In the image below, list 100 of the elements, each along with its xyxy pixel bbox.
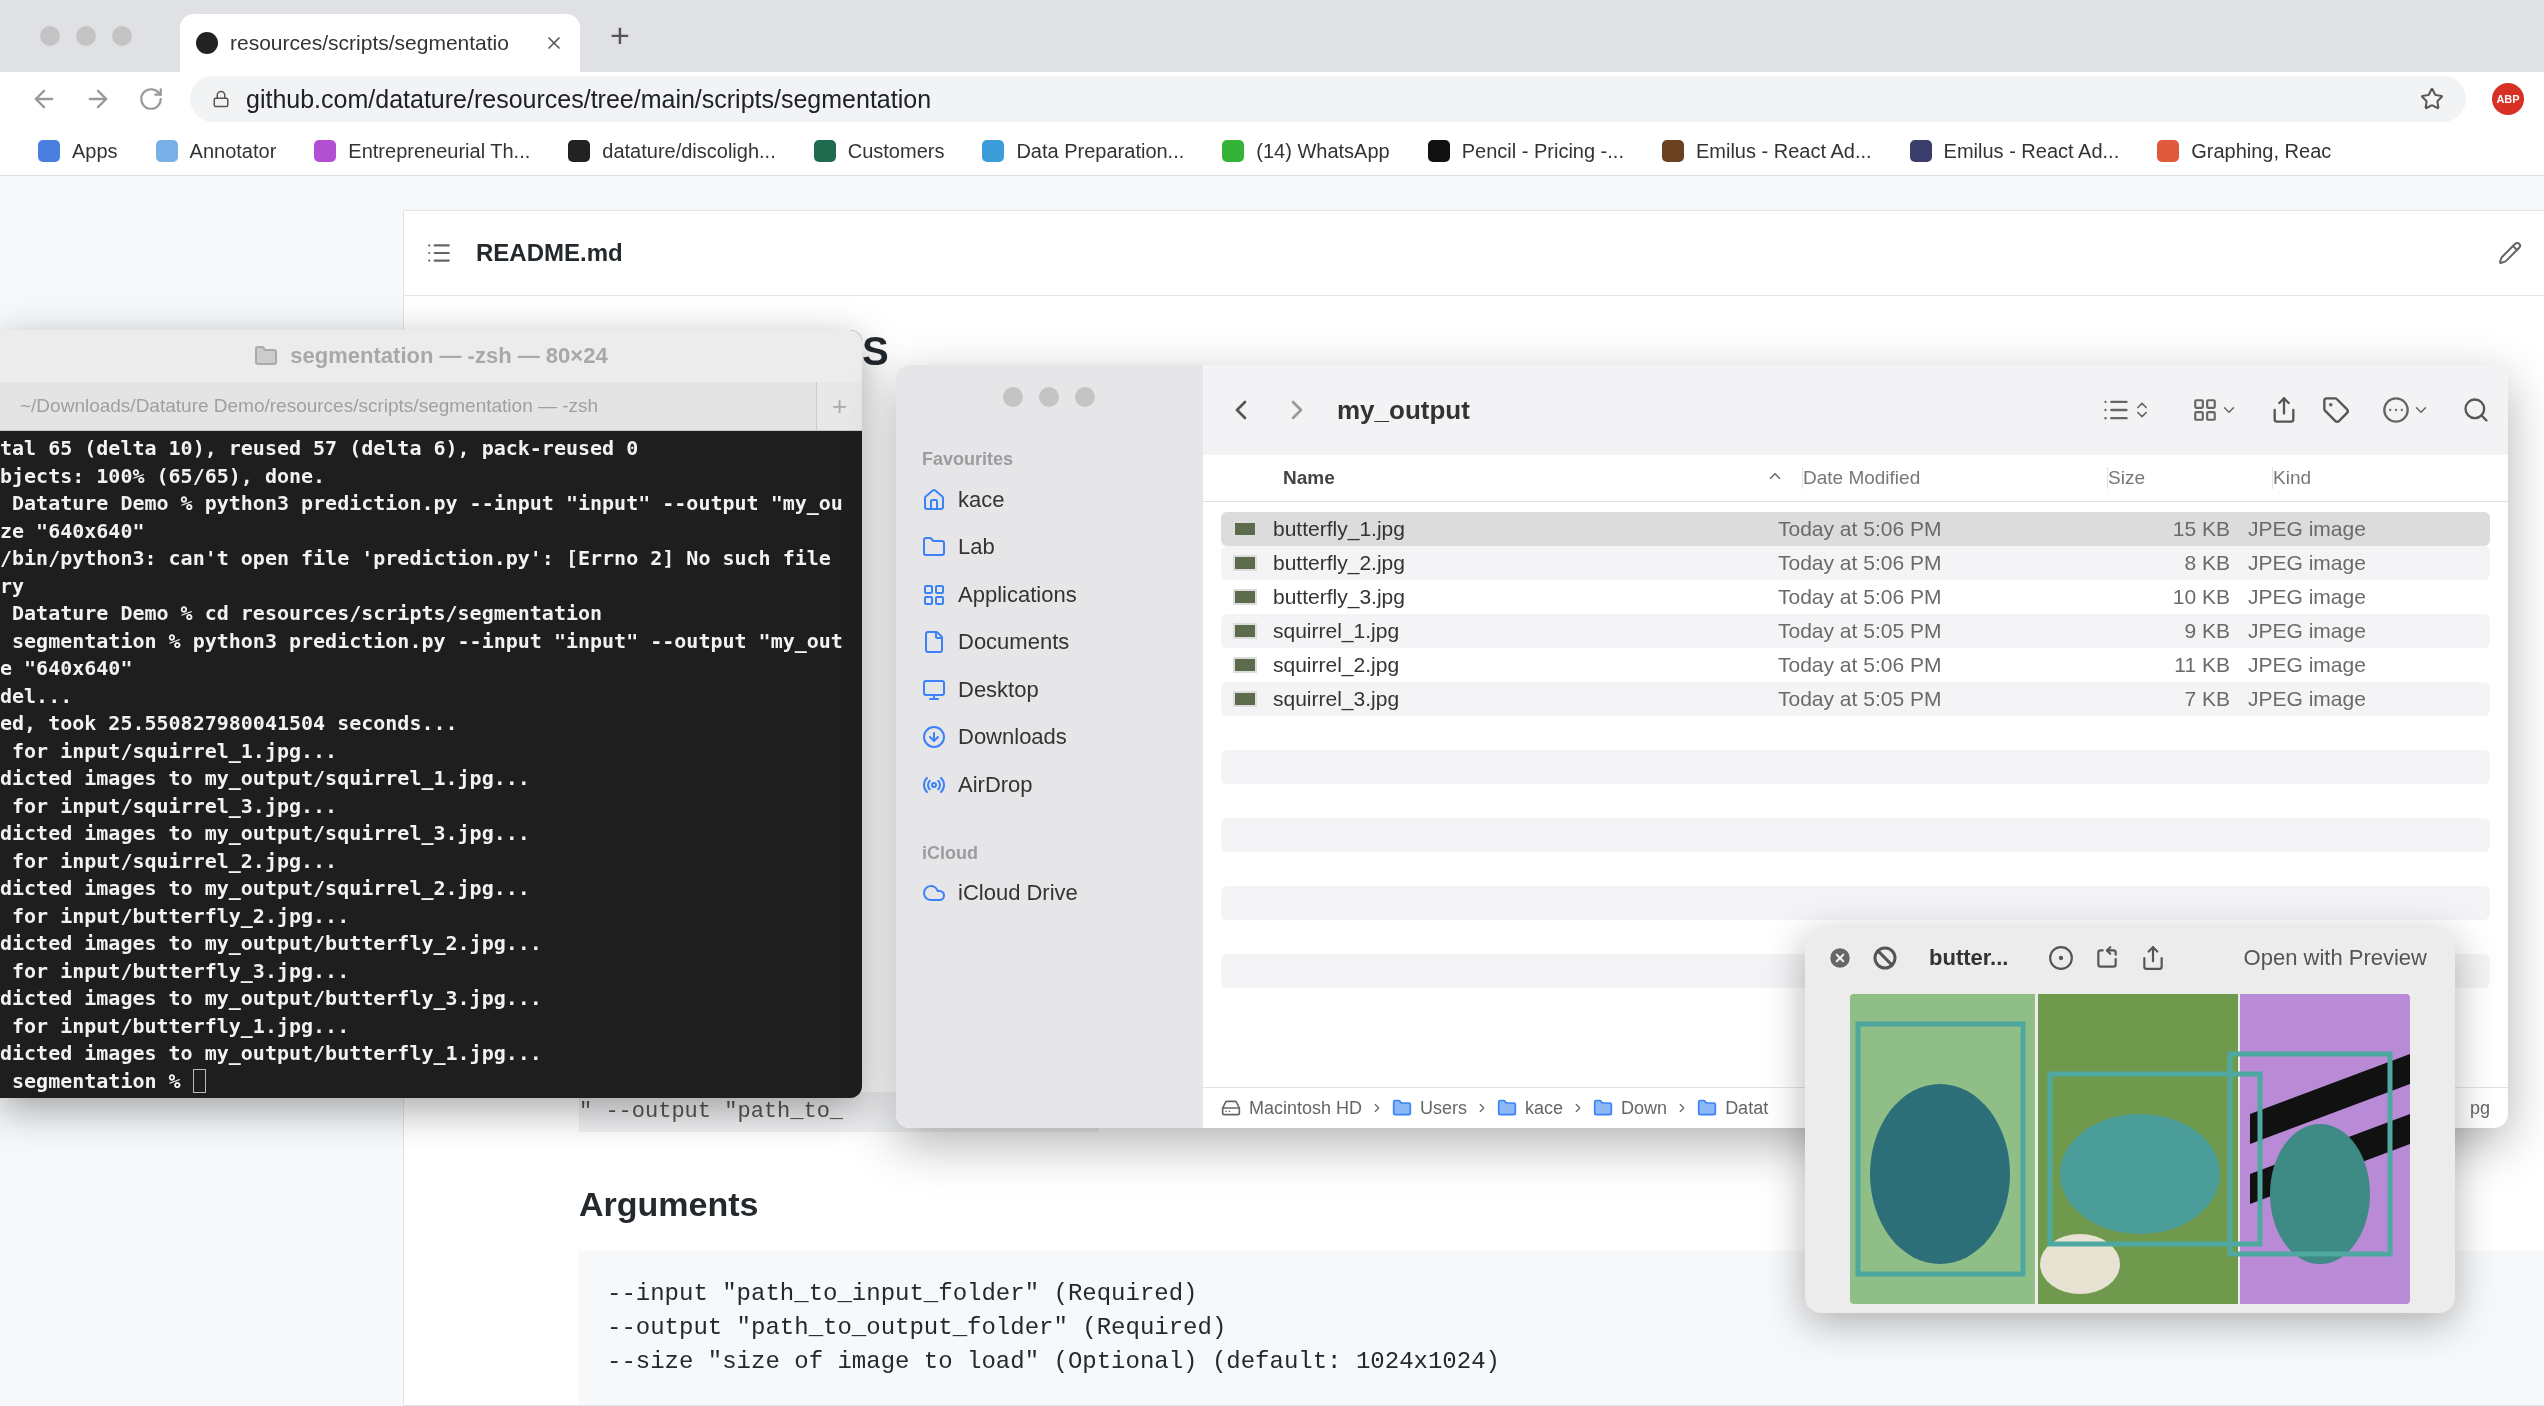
edit-icon[interactable] <box>2498 241 2522 265</box>
image-thumbnail-icon <box>1233 521 1257 537</box>
more-icon <box>2382 396 2410 424</box>
bookmark[interactable]: Data Preparation... <box>982 139 1185 163</box>
terminal-line: segmentation % python3 prediction.py --input "input" --output "my_out <box>11 627 844 655</box>
bookmark[interactable]: Customers <box>813 139 945 163</box>
sidebar-heading: iCloud <box>922 842 979 864</box>
window-control <box>112 25 132 46</box>
heading: Arguments <box>579 1184 759 1225</box>
tag-icon[interactable] <box>2322 396 2350 424</box>
file-name: butterfly_3.jpg <box>1273 585 1406 609</box>
preview-title: butter... <box>1929 945 2009 971</box>
bookmark[interactable]: Annotator <box>155 139 277 163</box>
file-row[interactable]: butterfly_3.jpg Today at 5:06 PM 10 KB JPEG image <box>1221 580 2490 614</box>
kind-cell-text: JPEG image <box>2248 585 2367 609</box>
file-row[interactable]: squirrel_2.jpg Today at 5:06 PM 11 KB JPEG image <box>1221 648 2490 682</box>
open-with-preview-button[interactable]: Open with Preview <box>2237 944 2433 972</box>
file-row[interactable]: squirrel_3.jpg Today at 5:05 PM 7 KB JPEG image <box>1221 682 2490 716</box>
extension-icon[interactable]: ABP <box>2492 83 2524 116</box>
path-item[interactable]: Down <box>1621 1097 1668 1119</box>
path-item[interactable]: Datat <box>1725 1097 1769 1119</box>
address-bar[interactable]: github.com/datature/resources/tree/main/scripts/segmentation <box>190 76 2466 123</box>
sidebar-item[interactable]: Applications <box>922 571 1203 619</box>
bookmark[interactable]: Graphing, Reac <box>2157 139 2332 163</box>
star-icon[interactable] <box>2420 87 2444 112</box>
reload-icon[interactable] <box>138 86 164 113</box>
date-cell-text: Today at 5:06 PM <box>1778 517 1943 541</box>
sidebar-item[interactable]: AirDrop <box>922 761 1203 809</box>
bookmark[interactable]: Apps <box>38 139 118 163</box>
terminal-line: Datature Demo % cd resources/scripts/segmentation <box>11 600 604 627</box>
monitor-icon <box>922 677 946 702</box>
image-thumbnail-icon <box>1233 623 1257 639</box>
folder-icon <box>1392 1098 1413 1118</box>
terminal-line: ry <box>0 572 26 600</box>
terminal-prompt: segmentation % <box>11 1067 182 1095</box>
file-row[interactable]: butterfly_1.jpg Today at 5:06 PM 15 KB JPEG image <box>1221 512 2490 546</box>
sidebar-item[interactable]: Downloads <box>922 713 1203 761</box>
sidebar-item[interactable]: iCloud Drive <box>922 869 1203 917</box>
column-header[interactable]: Kind <box>2273 467 2508 489</box>
terminal-line: dicted images to my_output/squirrel_3.jpg... <box>0 820 531 847</box>
cursor <box>192 1069 206 1094</box>
bookmark[interactable]: Emilus - React Ad... <box>1661 139 1872 163</box>
image-thumbnail-icon <box>1233 657 1257 673</box>
path-item[interactable]: Users <box>1420 1097 1468 1119</box>
file-row[interactable]: squirrel_1.jpg Today at 5:05 PM 9 KB JPEG image <box>1221 614 2490 648</box>
date-cell-text: Today at 5:06 PM <box>1778 551 1943 575</box>
terminal-line: for input/butterfly_1.jpg... <box>11 1012 351 1040</box>
window-control <box>1074 387 1095 407</box>
path-item[interactable]: Macintosh HD <box>1249 1097 1363 1119</box>
window-title: segmentation — -zsh — 80×24 <box>290 343 608 369</box>
column-header[interactable]: Size <box>2108 467 2273 489</box>
file-row[interactable]: butterfly_2.jpg Today at 5:06 PM 8 KB JPEG image <box>1221 546 2490 580</box>
site-icon <box>196 31 218 54</box>
new-tab-button[interactable]: + <box>600 16 640 56</box>
file-name: README.md <box>476 239 624 267</box>
bookmark[interactable]: (14) WhatsApp <box>1222 139 1390 163</box>
column-header[interactable]: Date Modified <box>1803 467 2108 489</box>
search-icon[interactable] <box>2462 396 2490 424</box>
terminal-line: for input/squirrel_1.jpg... <box>11 737 339 765</box>
house-icon <box>922 487 946 512</box>
file-name: butterfly_1.jpg <box>1273 517 1406 541</box>
terminal-line: for input/butterfly_3.jpg... <box>11 957 351 985</box>
window-control <box>1002 387 1023 407</box>
lock-icon <box>212 90 230 109</box>
sidebar-heading: Favourites <box>922 449 1015 470</box>
size-cell-text: 7 KB <box>2183 687 2231 711</box>
document-icon <box>922 630 946 655</box>
grid-icon <box>2192 397 2218 423</box>
heading: S <box>862 328 889 375</box>
image-thumbnail-icon <box>1233 555 1257 571</box>
window-control <box>1038 387 1059 407</box>
kind-cell-text: JPEG image <box>2248 551 2367 575</box>
sidebar-item[interactable]: Lab <box>922 523 1203 571</box>
bookmark[interactable]: Pencil - Pricing -... <box>1427 139 1624 163</box>
path-item[interactable]: kace <box>1525 1097 1564 1119</box>
date-cell-text: Today at 5:05 PM <box>1778 687 1943 711</box>
folder-title: my_output <box>1337 394 1470 426</box>
terminal-line: for input/butterfly_2.jpg... <box>11 902 351 930</box>
path-item: pg <box>2469 1097 2490 1119</box>
terminal-line: for input/squirrel_3.jpg... <box>11 792 339 820</box>
column-header[interactable]: Name <box>1283 467 1803 489</box>
kind-cell-text: JPEG image <box>2248 517 2367 541</box>
sidebar-item[interactable]: kace <box>922 476 1203 524</box>
browser-tab[interactable]: resources/scripts/segmentatio <box>180 13 580 72</box>
file-name: squirrel_1.jpg <box>1273 619 1401 643</box>
date-cell-text: Today at 5:05 PM <box>1778 619 1943 643</box>
bookmark[interactable]: Emilus - React Ad... <box>1909 139 2120 163</box>
terminal-line: Datature Demo % python3 prediction.py --input "input" --output "my_ou <box>11 490 844 517</box>
terminal-line: for input/squirrel_2.jpg... <box>11 847 339 875</box>
sidebar-item[interactable]: Documents <box>922 618 1203 666</box>
folder-icon <box>1497 1098 1518 1118</box>
terminal-line: dicted images to my_output/butterfly_3.jpg... <box>0 985 543 1012</box>
bookmark[interactable]: Entrepreneurial Th... <box>314 139 531 163</box>
terminal-line: ze "640x640" <box>0 517 146 545</box>
sidebar-item[interactable]: Desktop <box>922 666 1203 714</box>
size-cell-text: 8 KB <box>2183 551 2231 575</box>
close-icon[interactable] <box>1827 945 1853 971</box>
bookmark[interactable]: datature/discoligh... <box>568 139 776 163</box>
file-name: squirrel_3.jpg <box>1273 687 1401 711</box>
grid-icon <box>922 582 946 607</box>
